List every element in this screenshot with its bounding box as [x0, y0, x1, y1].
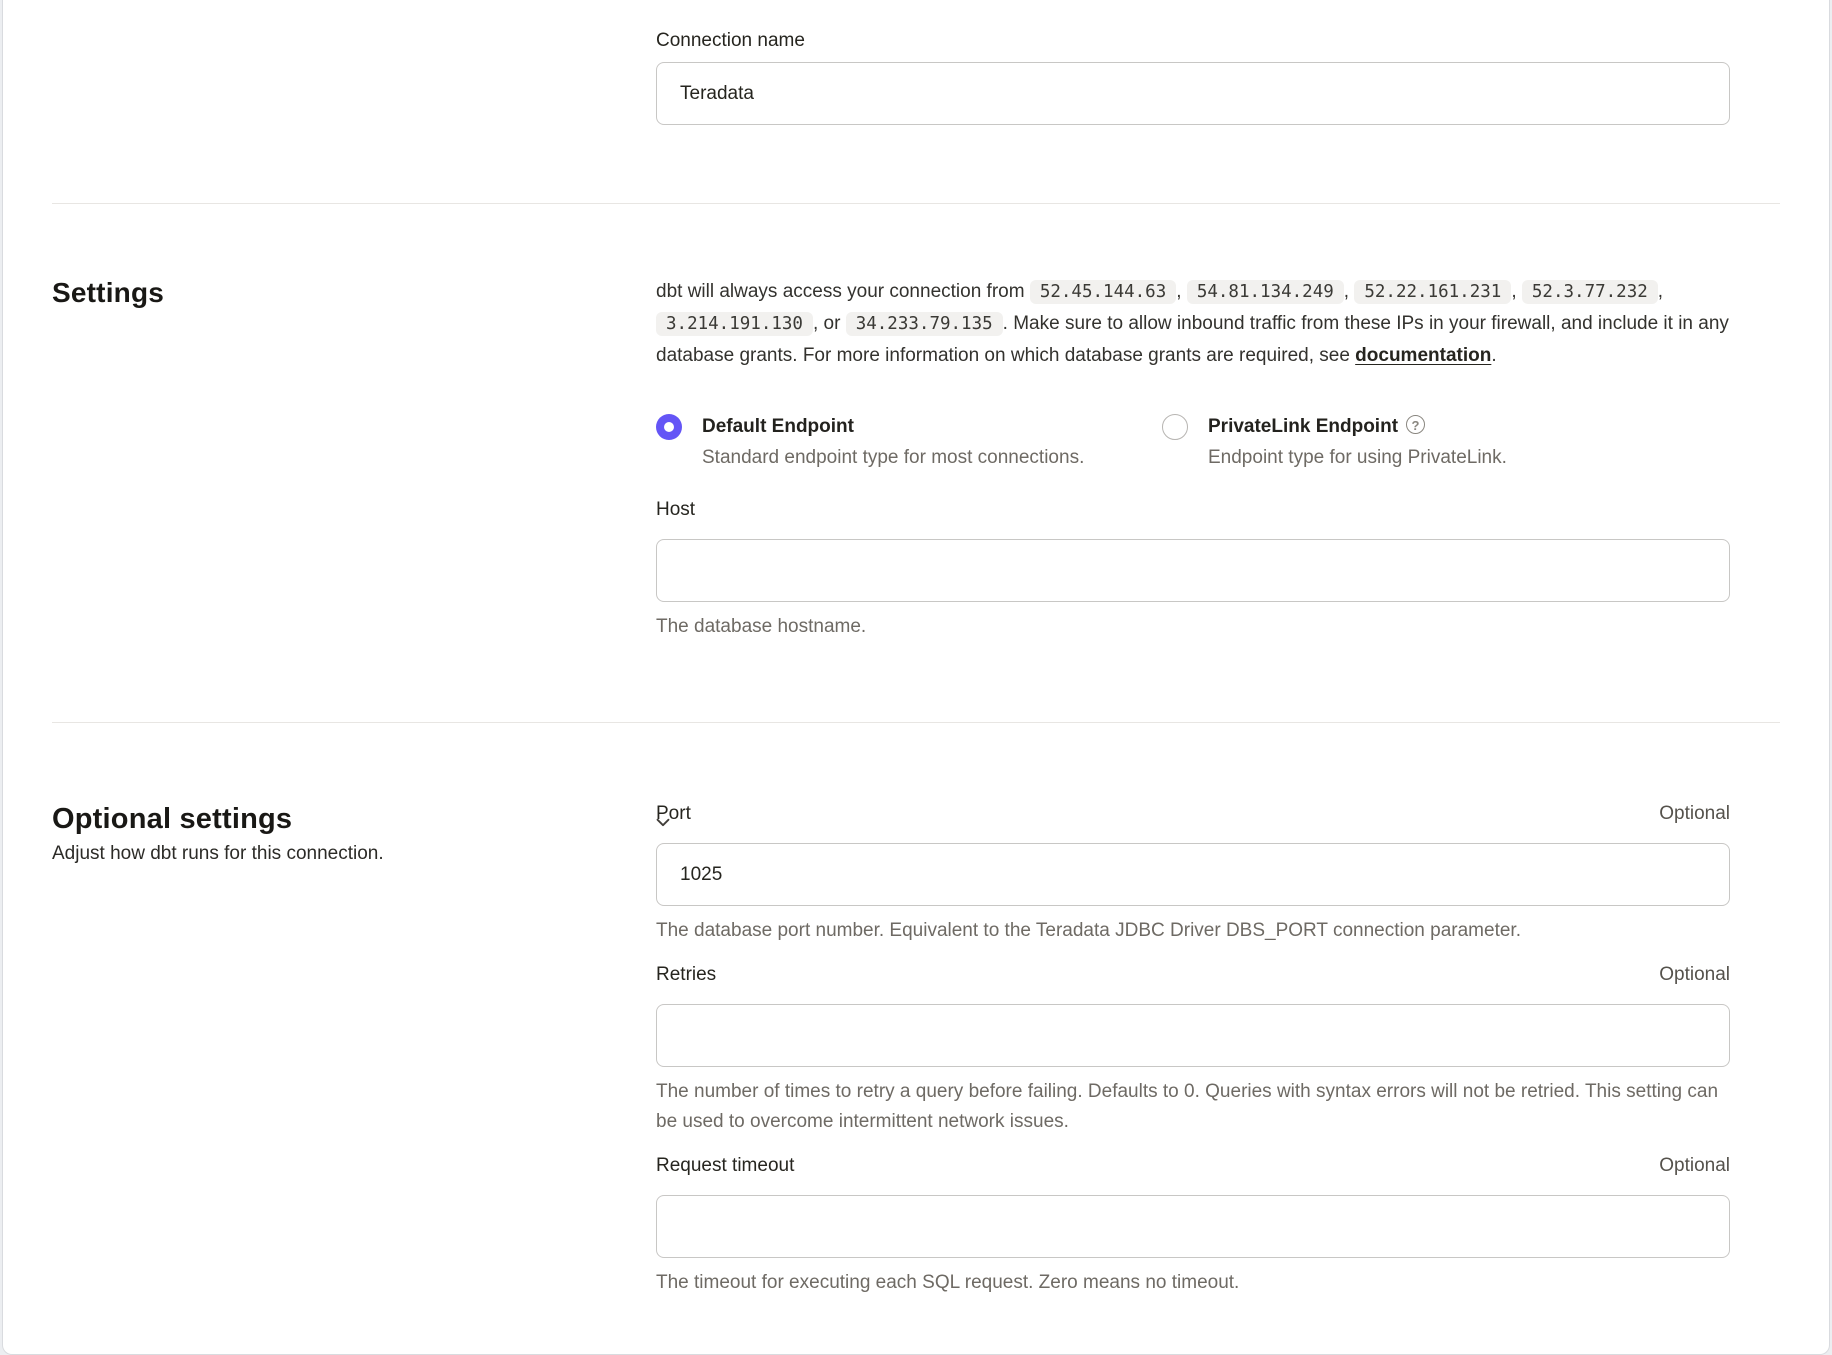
host-field: Host The database hostname. [656, 497, 1730, 642]
request-timeout-field: Request timeout Optional The timeout for e… [656, 1153, 1730, 1298]
optional-settings-title: Optional settings [52, 801, 656, 837]
connection-name-left-spacer [52, 28, 656, 125]
optional-fields-container: PortOptional The database port number. Eq… [656, 801, 1730, 1314]
ip-address-badge: 52.3.77.232 [1522, 280, 1658, 304]
optional-badge: Optional [1659, 962, 1730, 988]
port-input[interactable] [656, 843, 1730, 906]
connection-settings-card: Connection name Settings dbt will always… [2, 0, 1830, 1355]
ip-address-badge: 54.81.134.249 [1187, 280, 1344, 304]
endpoint-text-privatelink-endpoint: PrivateLink Endpoint? Endpoint type for u… [1208, 411, 1507, 473]
port-field: PortOptional The database port number. Eq… [656, 801, 1730, 946]
radio-default-endpoint[interactable] [656, 414, 682, 440]
endpoint-description: Standard endpoint type for most connecti… [702, 442, 1084, 473]
radio-privatelink-endpoint[interactable] [1162, 414, 1188, 440]
optional-badge: Optional [1659, 801, 1730, 827]
ip-address-badge: 52.45.144.63 [1030, 280, 1176, 304]
retries-label: Retries [656, 962, 716, 988]
port-label-row: PortOptional [656, 801, 1730, 835]
host-helper-text: The database hostname. [656, 612, 1730, 642]
optional-settings-section: Optional settings Adjust how dbt runs fo… [52, 723, 1780, 1314]
retries-field: Retries Optional The number of times to re… [656, 962, 1730, 1137]
request-timeout-label: Request timeout [656, 1153, 794, 1179]
optional-badge: Optional [1659, 1153, 1730, 1179]
endpoint-text-default-endpoint: Default EndpointStandard endpoint type f… [702, 411, 1084, 473]
page: Connection name Settings dbt will always… [0, 0, 1832, 1355]
chevron-down-icon [652, 811, 674, 833]
port-helper-text: The database port number. Equivalent to … [656, 916, 1730, 946]
host-label: Host [656, 497, 695, 523]
retries-helper-text: The number of times to retry a query bef… [656, 1077, 1730, 1137]
settings-section: Settings dbt will always access your con… [52, 204, 1780, 723]
endpoint-title: Default Endpoint [702, 411, 854, 442]
retries-label-row: Retries Optional [656, 962, 1730, 996]
request-timeout-label-row: Request timeout Optional [656, 1153, 1730, 1187]
endpoint-description: Endpoint type for using PrivateLink. [1208, 442, 1507, 473]
connection-name-section: Connection name [52, 0, 1780, 204]
help-icon[interactable]: ? [1406, 415, 1425, 434]
ip-allowlist-notice: dbt will always access your connection f… [656, 276, 1730, 371]
settings-title: Settings [52, 276, 656, 310]
documentation-link[interactable]: documentation [1355, 345, 1491, 366]
connection-name-label: Connection name [656, 28, 1730, 54]
endpoint-title: PrivateLink Endpoint [1208, 411, 1398, 442]
collapse-optional-settings-button[interactable] [648, 807, 678, 840]
ip-address-badge: 34.233.79.135 [846, 312, 1003, 336]
endpoint-option-privatelink-endpoint[interactable]: PrivateLink Endpoint? Endpoint type for u… [1162, 411, 1730, 473]
host-input[interactable] [656, 539, 1730, 602]
retries-input[interactable] [656, 1004, 1730, 1067]
endpoint-option-default-endpoint[interactable]: Default EndpointStandard endpoint type f… [656, 411, 1162, 473]
request-timeout-input[interactable] [656, 1195, 1730, 1258]
optional-settings-subtitle: Adjust how dbt runs for this connection. [52, 839, 656, 869]
request-timeout-helper-text: The timeout for executing each SQL reque… [656, 1268, 1730, 1298]
endpoint-radio-group: Default EndpointStandard endpoint type f… [656, 411, 1730, 473]
ip-address-badge: 52.22.161.231 [1354, 280, 1511, 304]
ip-address-badge: 3.214.191.130 [656, 312, 813, 336]
connection-name-input[interactable] [656, 62, 1730, 125]
